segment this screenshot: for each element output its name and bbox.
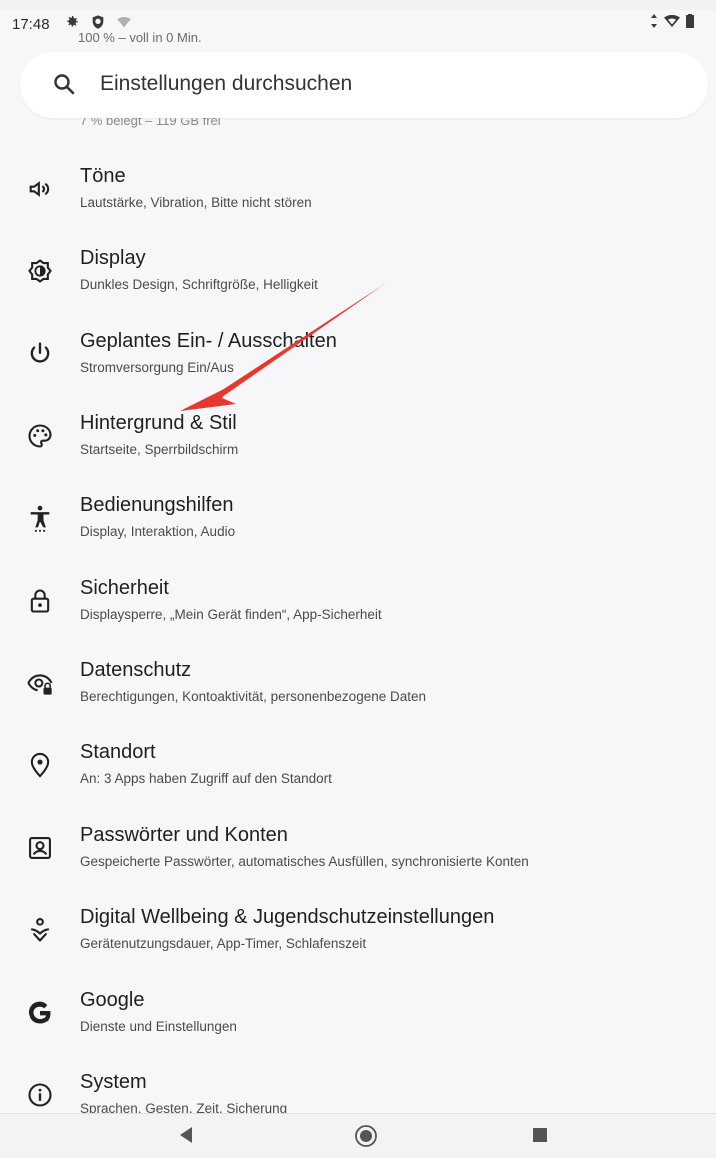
item-title: Datenschutz (80, 659, 192, 681)
privacy-eye-icon (27, 674, 53, 695)
storage-status-peek: 7 % belegt – 119 GB frei (80, 118, 221, 128)
settings-item-google[interactable]: Google Dienste und Einstellungen (0, 989, 716, 1071)
battery-status-peek: 100 % – voll in 0 Min. (78, 30, 202, 45)
data-transfer-icon (651, 14, 657, 28)
location-icon (30, 752, 50, 778)
account-box-icon (29, 837, 51, 859)
status-time: 17:48 (12, 16, 50, 33)
item-subtitle: Displaysperre, „Mein Gerät finden“, App-… (80, 607, 382, 622)
settings-item-hintergrund-stil[interactable]: Hintergrund & Stil Startseite, Sperrbild… (0, 412, 716, 494)
settings-screen: 17:48 100 % – voll in 0 Min. Einstellung… (0, 10, 716, 1158)
item-title: Digital Wellbeing & Jugendschutzeinstell… (80, 906, 495, 928)
shield-icon (92, 15, 104, 29)
item-title: System (80, 1071, 147, 1093)
item-subtitle: Lautstärke, Vibration, Bitte nicht störe… (80, 195, 312, 210)
item-title: Passwörter und Konten (80, 824, 288, 846)
palette-icon (28, 424, 52, 448)
settings-item-digital-wellbeing[interactable]: Digital Wellbeing & Jugendschutzeinstell… (0, 906, 716, 988)
wellbeing-icon (30, 917, 50, 942)
settings-item-geplantes-ein-ausschalten[interactable]: Geplantes Ein- / Ausschalten Stromversor… (0, 330, 716, 412)
item-subtitle: Startseite, Sperrbildschirm (80, 442, 239, 457)
status-icons-right (650, 14, 694, 28)
settings-item-passwoerter-konten[interactable]: Passwörter und Konten Gespeicherte Passw… (0, 824, 716, 906)
item-title: Sicherheit (80, 577, 169, 599)
settings-item-sicherheit[interactable]: Sicherheit Displaysperre, „Mein Gerät fi… (0, 577, 716, 659)
item-title: Standort (80, 741, 156, 763)
back-icon[interactable] (178, 1126, 194, 1144)
item-subtitle: Gerätenutzungsdauer, App-Timer, Schlafen… (80, 936, 367, 951)
settings-item-standort[interactable]: Standort An: 3 Apps haben Zugriff auf de… (0, 741, 716, 823)
home-icon[interactable] (354, 1124, 378, 1148)
item-title: Töne (80, 165, 126, 187)
item-subtitle: Gespeicherte Passwörter, automatisches A… (80, 854, 529, 869)
gear-icon (67, 16, 78, 27)
brightness-icon (28, 259, 52, 283)
item-subtitle: An: 3 Apps haben Zugriff auf den Standor… (80, 771, 332, 786)
recent-apps-icon[interactable] (532, 1127, 548, 1143)
item-subtitle: Dunkles Design, Schriftgröße, Helligkeit (80, 277, 318, 292)
google-icon (28, 1001, 51, 1024)
item-subtitle: Stromversorgung Ein/Aus (80, 360, 234, 375)
wifi-icon (664, 15, 680, 27)
item-title: Hintergrund & Stil (80, 412, 237, 434)
lock-icon (30, 589, 50, 613)
wifi-off-icon (117, 17, 131, 28)
settings-item-toene[interactable]: Töne Lautstärke, Vibration, Bitte nicht … (0, 165, 716, 247)
item-subtitle: Dienste und Einstellungen (80, 1019, 237, 1034)
settings-item-bedienungshilfen[interactable]: Bedienungshilfen Display, Interaktion, A… (0, 494, 716, 576)
accessibility-icon (30, 505, 50, 532)
battery-icon (686, 14, 694, 28)
settings-item-datenschutz[interactable]: Datenschutz Berechtigungen, Kontoaktivit… (0, 659, 716, 741)
item-title: Display (80, 247, 146, 269)
item-subtitle: Berechtigungen, Kontoaktivität, personen… (80, 689, 426, 704)
info-icon (28, 1083, 52, 1107)
navigation-bar (0, 1113, 716, 1158)
settings-item-display[interactable]: Display Dunkles Design, Schriftgröße, He… (0, 247, 716, 329)
volume-icon (29, 181, 50, 197)
item-title: Geplantes Ein- / Ausschalten (80, 330, 337, 352)
status-icons-left (64, 14, 132, 30)
search-placeholder: Einstellungen durchsuchen (100, 72, 353, 95)
status-bar: 17:48 100 % – voll in 0 Min. (0, 10, 716, 45)
item-title: Google (80, 989, 145, 1011)
item-subtitle: Display, Interaktion, Audio (80, 524, 236, 539)
item-title: Bedienungshilfen (80, 494, 234, 516)
search-icon (54, 74, 75, 95)
search-bar[interactable]: Einstellungen durchsuchen (20, 52, 708, 118)
device-frame: 17:48 100 % – voll in 0 Min. Einstellung… (0, 0, 716, 1158)
power-icon (30, 342, 50, 363)
